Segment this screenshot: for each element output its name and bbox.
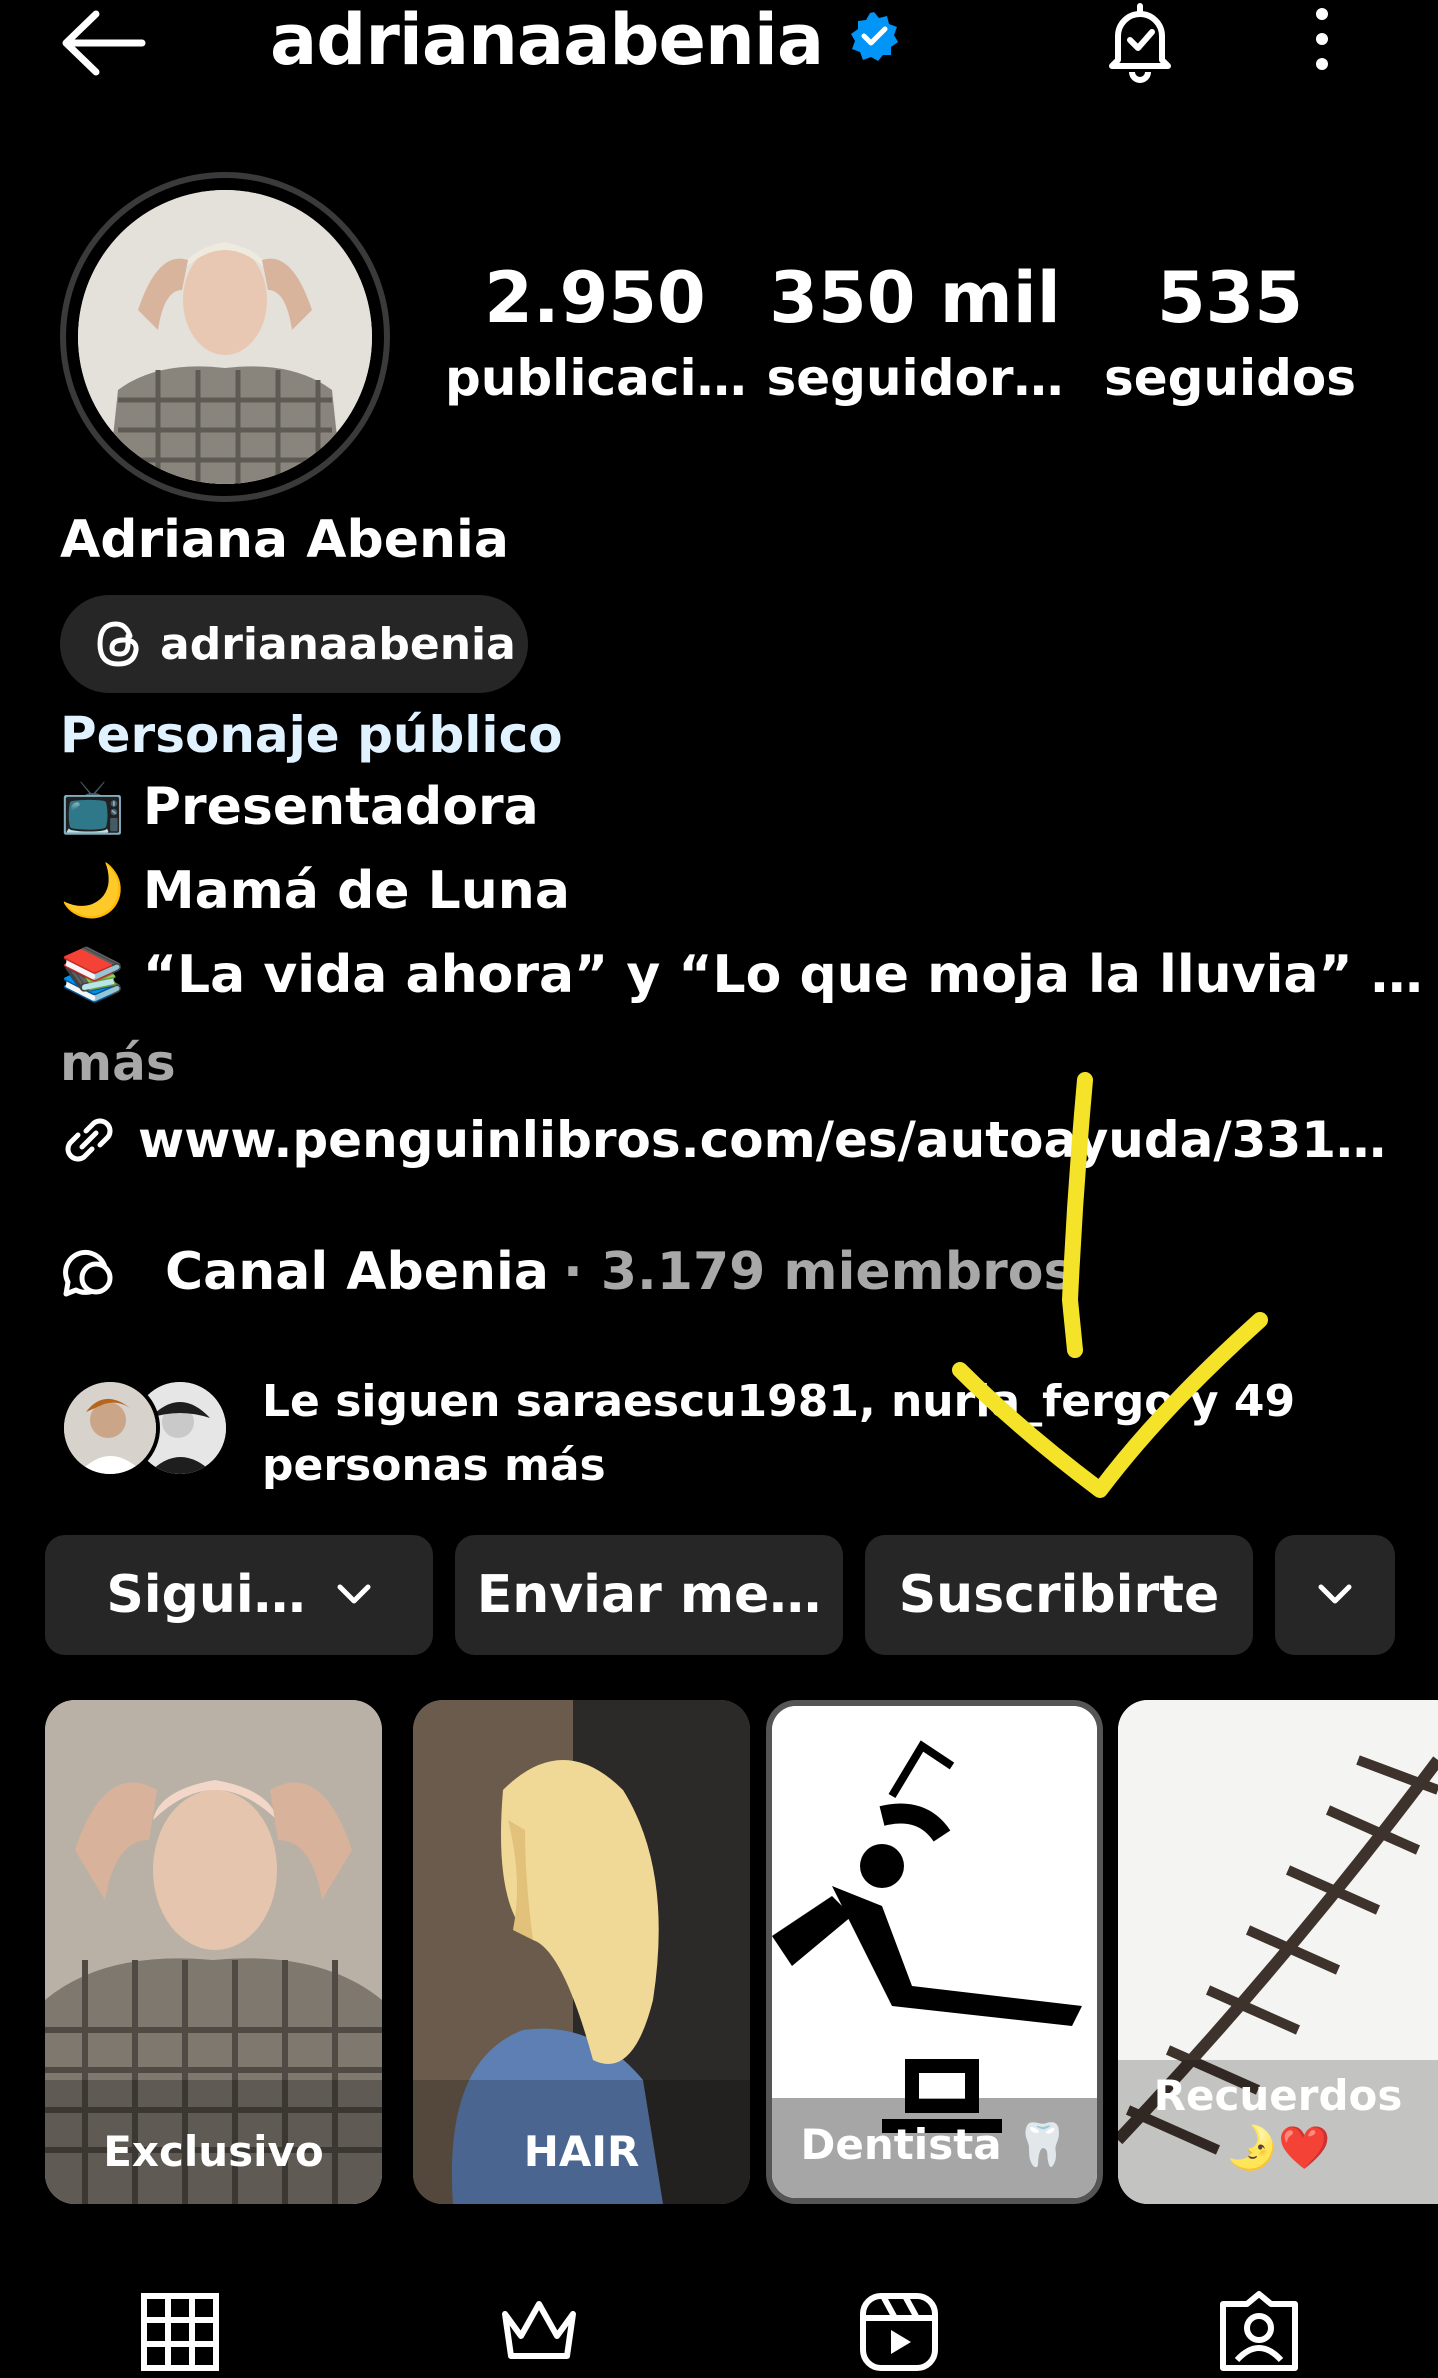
page-title: adrianaabenia: [270, 0, 824, 81]
highlight-label: Dentista 🦷: [800, 2120, 1069, 2169]
followers-count: 350 mil: [769, 257, 1061, 339]
threads-badge[interactable]: adrianaabenia: [60, 595, 528, 693]
subscribe-button[interactable]: Suscribirte: [865, 1535, 1253, 1655]
grid-icon[interactable]: [138, 2290, 222, 2374]
mutual-followers[interactable]: Le siguen saraescu1981, nuria_fergo y 49…: [60, 1370, 1360, 1500]
arrow-left-icon[interactable]: [58, 8, 148, 78]
link-icon: [65, 1118, 113, 1162]
followers-stat[interactable]: 350 mil seguidor…: [765, 258, 1065, 408]
profile-category: Personaje público: [60, 706, 563, 764]
threads-handle: adrianaabenia: [160, 618, 516, 670]
highlight-label: Exclusivo: [103, 2127, 324, 2176]
tagged-icon[interactable]: [1217, 2290, 1301, 2374]
subscribe-button-label: Suscribirte: [898, 1565, 1220, 1625]
following-button[interactable]: Sigui…: [45, 1535, 433, 1655]
profile-link-text: www.penguinlibros.com/es/autoayuda/331…: [138, 1111, 1387, 1169]
avatar: [60, 1378, 160, 1478]
highlight-hair[interactable]: HAIR: [413, 1700, 750, 2204]
highlight-dentista[interactable]: Dentista 🦷: [766, 1700, 1103, 2204]
bell-check-icon[interactable]: [1098, 0, 1182, 84]
bio-line: 📺 Presentadora: [60, 777, 539, 837]
posts-count: 2.950: [484, 257, 706, 339]
bio-line: 🌙 Mamá de Luna: [60, 861, 570, 921]
message-button[interactable]: Enviar me…: [455, 1535, 843, 1655]
verified-badge-icon: [851, 12, 898, 61]
reels-icon[interactable]: [857, 2290, 941, 2374]
following-button-label: Sigui…: [106, 1565, 306, 1625]
posts-label: publicaci…: [445, 349, 747, 407]
full-name: Adriana Abenia: [60, 510, 509, 570]
suggested-accounts-button[interactable]: [1275, 1535, 1395, 1655]
highlight-label-text: Recuerdos: [1153, 2071, 1403, 2120]
message-button-label: Enviar me…: [476, 1565, 822, 1625]
following-count: 535: [1156, 257, 1304, 339]
avatar[interactable]: [78, 190, 372, 484]
channel-name: Canal Abenia: [165, 1242, 549, 1302]
more-vertical-icon[interactable]: [1302, 4, 1342, 74]
profile-link[interactable]: www.penguinlibros.com/es/autoayuda/331…: [60, 1105, 1386, 1175]
chevron-down-icon: [1318, 1584, 1352, 1604]
following-label: seguidos: [1103, 349, 1357, 407]
mutual-followers-text: Le siguen saraescu1981, nuria_fergo y 49…: [262, 1376, 1296, 1491]
highlight-label-emoji: 🌛❤️: [1225, 2123, 1331, 2172]
highlight-label: HAIR: [523, 2127, 640, 2176]
highlight-exclusivo[interactable]: Exclusivo: [45, 1700, 382, 2204]
posts-stat[interactable]: 2.950 publicaci…: [445, 257, 747, 408]
bio-line: 📚 “La vida ahora” y “Lo que moja la lluv…: [60, 945, 1423, 1005]
chevron-down-icon: [337, 1584, 371, 1604]
following-stat[interactable]: 535 seguidos: [1090, 258, 1370, 408]
crown-icon[interactable]: [497, 2290, 581, 2374]
channel-members: · 3.179 miembros: [562, 1242, 1075, 1302]
followers-label: seguidor…: [766, 349, 1064, 407]
broadcast-channel[interactable]: Canal Abenia · 3.179 miembros: [60, 1232, 1074, 1312]
bio-more-link[interactable]: más: [60, 1028, 176, 1098]
threads-icon: [97, 621, 139, 667]
highlight-recuerdos[interactable]: Recuerdos 🌛❤️: [1118, 1700, 1438, 2204]
highlight-label: Recuerdos 🌛❤️: [1118, 2070, 1438, 2174]
profile-header: adrianaabenia: [0, 0, 1438, 90]
channel-icon: [63, 1249, 113, 1297]
